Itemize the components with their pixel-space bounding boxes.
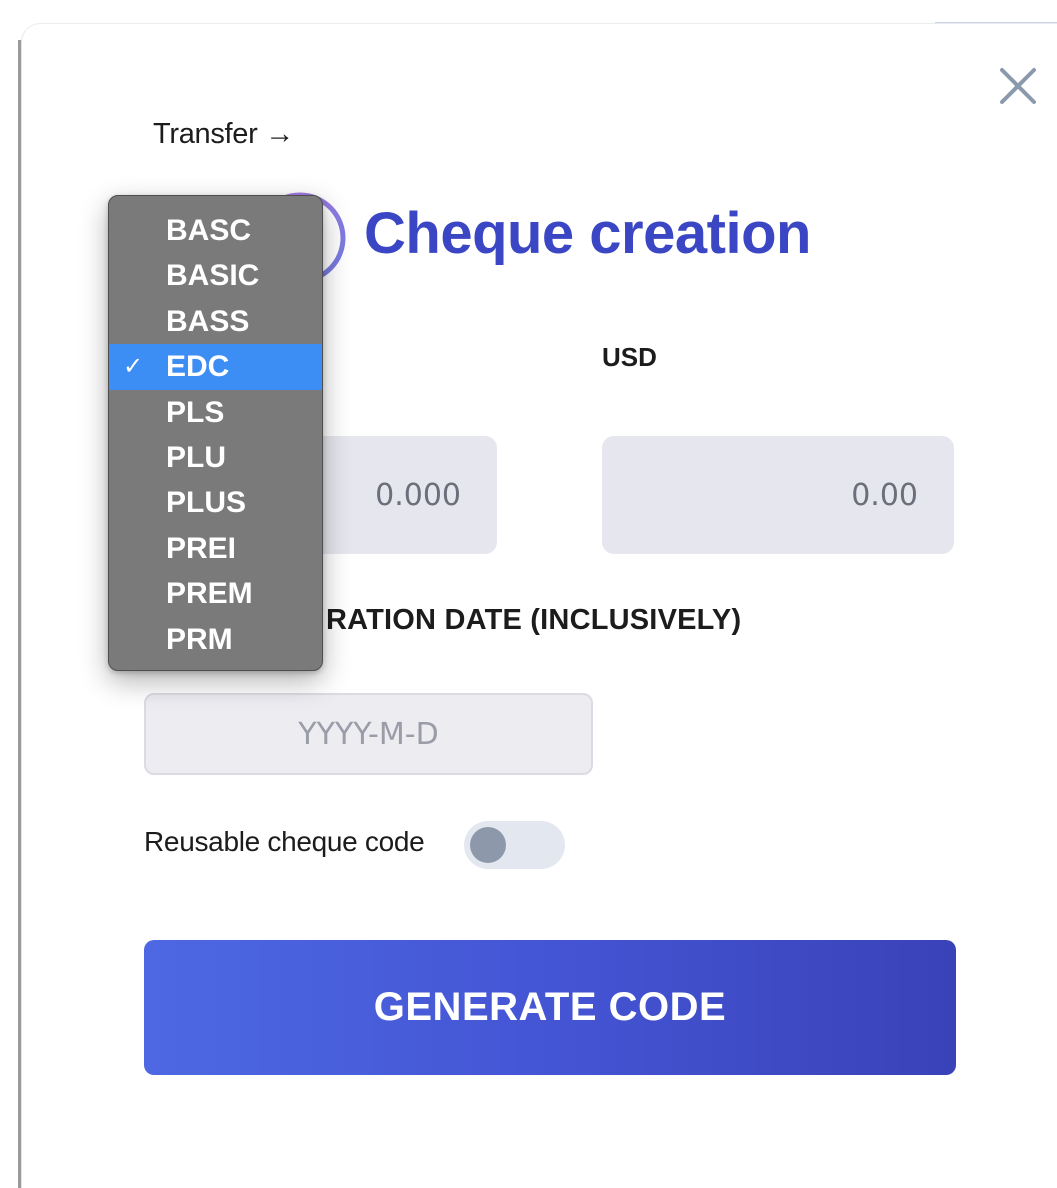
dropdown-option-edc[interactable]: ✓ EDC bbox=[109, 344, 322, 390]
option-label: BASC bbox=[166, 214, 252, 247]
dropdown-option-basc[interactable]: BASC bbox=[109, 208, 322, 253]
option-label: EDC bbox=[166, 350, 230, 384]
close-button[interactable] bbox=[990, 58, 1046, 114]
transfer-link[interactable]: Transfer → bbox=[153, 118, 294, 151]
dropdown-option-prm[interactable]: PRM bbox=[109, 617, 322, 662]
dropdown-option-prei[interactable]: PREI bbox=[109, 526, 322, 571]
usd-amount-value: 0.00 bbox=[851, 477, 918, 513]
option-label: BASS bbox=[166, 304, 250, 338]
close-icon bbox=[1000, 68, 1036, 104]
expiration-date-input[interactable] bbox=[144, 693, 593, 775]
window-top-edge bbox=[0, 0, 1057, 24]
dropdown-option-basic[interactable]: BASIC bbox=[109, 253, 322, 298]
option-label: PRM bbox=[166, 622, 233, 656]
toggle-knob bbox=[470, 827, 506, 863]
option-label: BASIC bbox=[166, 259, 260, 293]
page-title: Cheque creation bbox=[364, 201, 811, 266]
dropdown-option-prem[interactable]: PREM bbox=[109, 571, 322, 616]
dropdown-option-plu[interactable]: PLU bbox=[109, 435, 322, 480]
option-label: PREI bbox=[166, 531, 237, 565]
usd-amount-input[interactable]: 0.00 bbox=[602, 436, 954, 554]
token-select-dropdown[interactable]: BASC BASIC BASS ✓ EDC PLS PLU PLUS PREI P… bbox=[108, 195, 323, 671]
option-label: PLS bbox=[166, 395, 225, 429]
dropdown-option-plus[interactable]: PLUS bbox=[109, 480, 322, 525]
check-icon: ✓ bbox=[123, 353, 144, 381]
option-label: PREM bbox=[166, 577, 253, 611]
generate-code-button[interactable]: GENERATE CODE bbox=[144, 940, 956, 1075]
reusable-cheque-toggle[interactable] bbox=[464, 821, 565, 869]
option-label: PLUS bbox=[166, 486, 247, 520]
dropdown-option-bass[interactable]: BASS bbox=[109, 299, 322, 344]
option-label: PLU bbox=[166, 440, 226, 474]
expiration-date-label: RATION DATE (INCLUSIVELY) bbox=[326, 604, 742, 636]
reusable-cheque-label: Reusable cheque code bbox=[144, 826, 425, 857]
currency-label: USD bbox=[602, 342, 657, 372]
dropdown-option-pls[interactable]: PLS bbox=[109, 390, 322, 435]
token-amount-value: 0.000 bbox=[375, 477, 461, 513]
